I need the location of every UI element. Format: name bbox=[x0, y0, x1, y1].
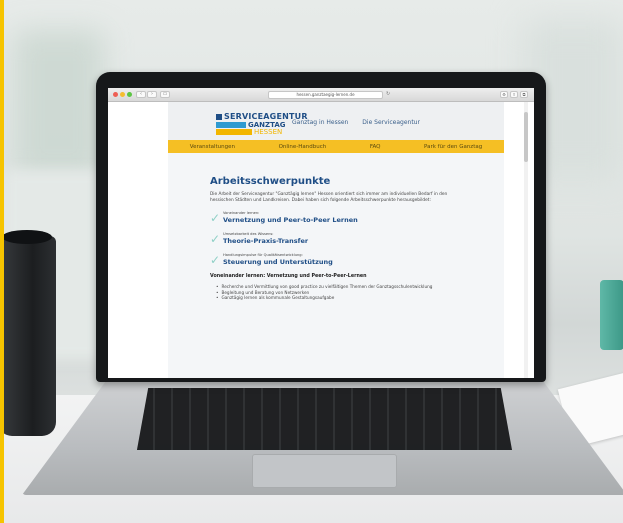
checkmark-icon: ✓ bbox=[210, 211, 221, 225]
logo-line-hessen: HESSEN bbox=[216, 128, 308, 136]
logo-stripe-icon bbox=[216, 122, 246, 128]
page-container: SERVICEAGENTUR GANZTAG HESSEN Ganztag in… bbox=[168, 102, 504, 378]
maximize-window-icon[interactable] bbox=[127, 92, 132, 97]
page-title: Arbeitsschwerpunkte bbox=[210, 176, 331, 187]
focus-point: ✓ Handlungsimpulse für Qualitätsentwickl… bbox=[210, 253, 460, 269]
laptop-base bbox=[22, 380, 623, 495]
close-window-icon[interactable] bbox=[113, 92, 118, 97]
scrollbar-thumb[interactable] bbox=[524, 112, 528, 162]
browser-toolbar: ‹ › ▭ hessen.ganztaegig-lernen.de ↻ ⚙ ⇪ … bbox=[108, 88, 534, 102]
reload-icon[interactable]: ↻ bbox=[386, 91, 390, 97]
plant-pot bbox=[600, 280, 623, 350]
main-menu: Veranstaltungen Online-Handbuch FAQ Park… bbox=[168, 140, 504, 153]
menu-item-veranstaltungen[interactable]: Veranstaltungen bbox=[190, 144, 235, 150]
menu-item-park[interactable]: Park für den Ganztag bbox=[424, 144, 482, 150]
menu-item-faq[interactable]: FAQ bbox=[370, 144, 381, 150]
forward-button[interactable]: › bbox=[147, 91, 157, 98]
chevron-left-icon: ‹ bbox=[140, 91, 142, 97]
focus-point-title[interactable]: Steuerung und Unterstützung bbox=[223, 258, 460, 266]
focus-point-title[interactable]: Theorie-Praxis-Transfer bbox=[223, 237, 460, 245]
checkmark-icon: ✓ bbox=[210, 253, 221, 267]
share-icon[interactable]: ⇪ bbox=[510, 91, 518, 98]
menu-item-online-handbuch[interactable]: Online-Handbuch bbox=[279, 144, 327, 150]
minimize-window-icon[interactable] bbox=[120, 92, 125, 97]
top-navigation: Ganztag in Hessen Die Serviceagentur bbox=[292, 119, 432, 126]
focus-point: ✓ Voneinander lernen: Vernetzung und Pee… bbox=[210, 211, 460, 227]
topnav-die-serviceagentur[interactable]: Die Serviceagentur bbox=[362, 119, 420, 126]
section-subheading: Voneinander lernen: Vernetzung und Peer-… bbox=[210, 274, 367, 279]
tabs-icon[interactable]: ⧉ bbox=[520, 91, 528, 98]
settings-icon[interactable]: ⚙ bbox=[500, 91, 508, 98]
intro-text: Die Arbeit der Serviceagentur "Ganztägig… bbox=[210, 192, 448, 203]
web-page: SERVICEAGENTUR GANZTAG HESSEN Ganztag in… bbox=[108, 102, 534, 378]
list-item: Ganztägig lernen als kommunale Gestaltun… bbox=[216, 295, 460, 301]
bullet-list: Recherche und Vermittlung von good pract… bbox=[210, 284, 460, 301]
laptop-keyboard bbox=[136, 388, 513, 450]
coffee-mug bbox=[4, 230, 56, 436]
background-blur bbox=[14, 30, 104, 180]
address-bar[interactable]: hessen.ganztaegig-lernen.de bbox=[268, 91, 383, 99]
topnav-ganztag-in-hessen[interactable]: Ganztag in Hessen bbox=[292, 119, 348, 126]
back-button[interactable]: ‹ bbox=[136, 91, 146, 98]
laptop-screen: ‹ › ▭ hessen.ganztaegig-lernen.de ↻ ⚙ ⇪ … bbox=[108, 88, 534, 378]
laptop-trackpad bbox=[251, 454, 398, 488]
focus-point: ✓ Umsetzbarkeit des Wissens: Theorie-Pra… bbox=[210, 232, 460, 248]
laptop-lid: ‹ › ▭ hessen.ganztaegig-lernen.de ↻ ⚙ ⇪ … bbox=[96, 72, 546, 382]
main-content: Arbeitsschwerpunkte Die Arbeit der Servi… bbox=[210, 176, 460, 301]
sidebar-toggle-button[interactable]: ▭ bbox=[160, 91, 170, 98]
logo-block-icon bbox=[216, 113, 222, 120]
checkmark-icon: ✓ bbox=[210, 232, 221, 246]
logo-text-3: HESSEN bbox=[254, 128, 283, 136]
sidebar-icon: ▭ bbox=[162, 91, 168, 97]
focus-point-title[interactable]: Vernetzung und Peer-to-Peer Lernen bbox=[223, 216, 460, 224]
page-scrollbar[interactable] bbox=[524, 102, 528, 378]
chevron-right-icon: › bbox=[151, 91, 153, 97]
logo-stripe-icon bbox=[216, 129, 252, 135]
list-item: Recherche und Vermittlung von good pract… bbox=[216, 284, 460, 290]
